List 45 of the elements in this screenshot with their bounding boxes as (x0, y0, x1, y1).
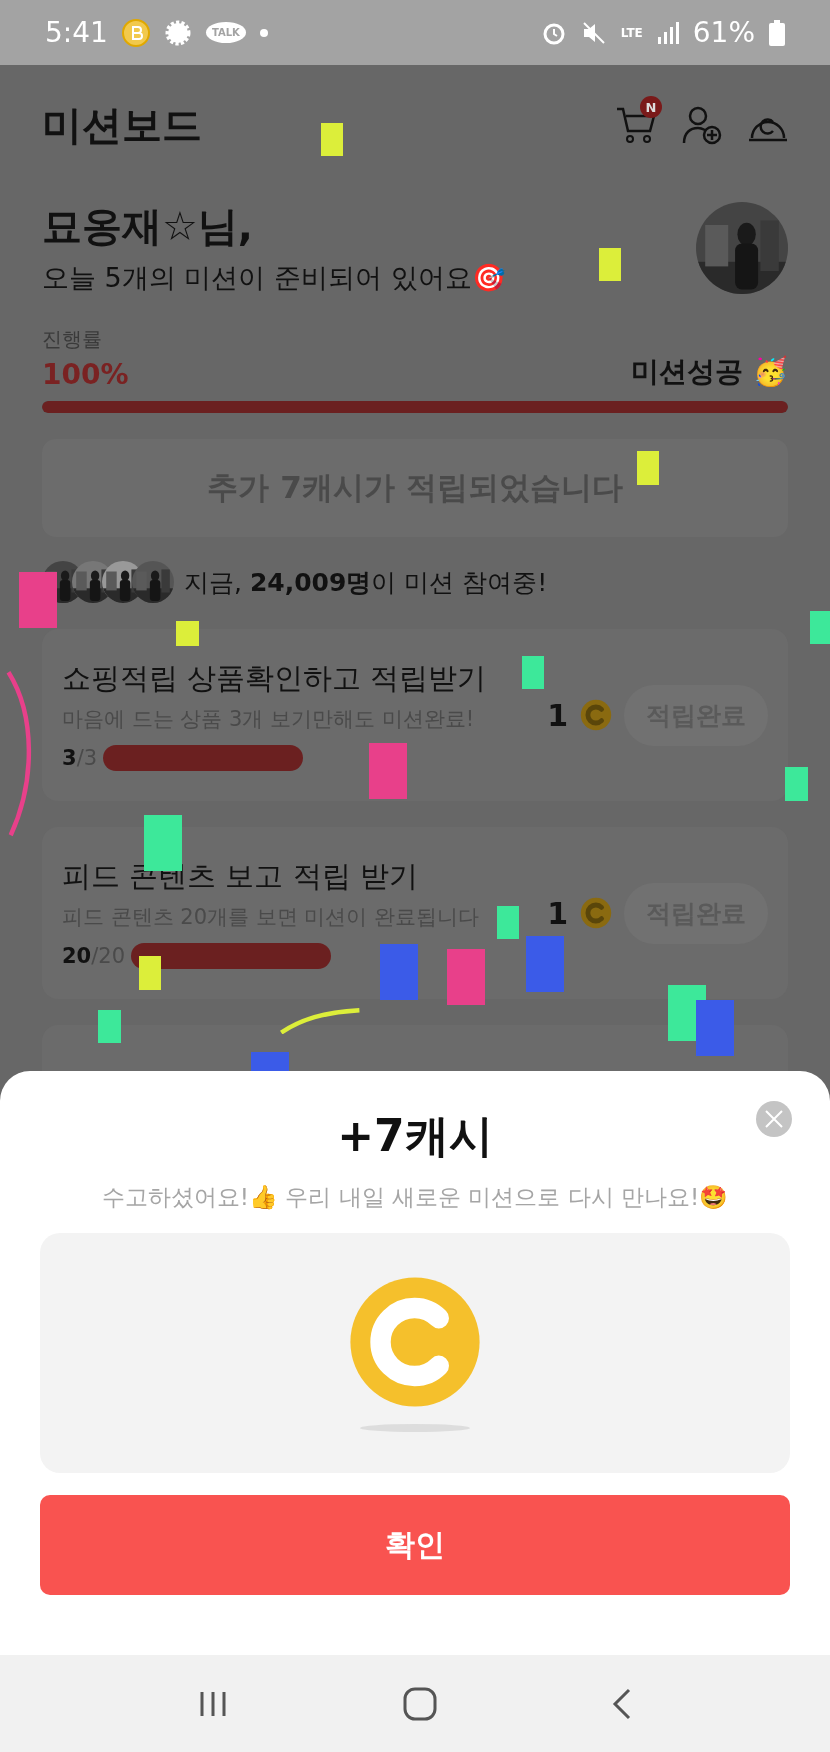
reward-title: +7캐시 (337, 1109, 493, 1163)
participants-text: 지금, 24,009명이 미션 참여중! (184, 566, 548, 599)
confetti-piece (497, 905, 520, 940)
page-title: 미션보드 (42, 100, 202, 150)
confetti-piece (379, 943, 418, 1000)
confetti-piece (368, 742, 407, 799)
coin-icon (580, 699, 612, 731)
mission-status: 미션성공 🥳 (631, 354, 788, 390)
reward-amount: 1 (547, 697, 568, 733)
confetti-piece (176, 621, 199, 646)
user-greeting: 묘옹재☆님, (42, 202, 254, 251)
confetti-piece (695, 999, 734, 1056)
mission-title: 쇼핑적립 상품확인하고 적립받기 (62, 660, 487, 697)
mute-icon (580, 19, 607, 46)
confetti-piece (636, 451, 659, 485)
coin-icon (580, 897, 612, 929)
back-icon[interactable] (612, 1687, 633, 1720)
bitcoin-icon (121, 18, 150, 47)
coin-icon (347, 1274, 483, 1410)
confirm-button[interactable]: 확인 (40, 1495, 790, 1595)
battery-percent: 61% (692, 16, 755, 49)
close-icon (764, 1109, 784, 1129)
progress-percent: 100% (42, 358, 129, 391)
notification-badge: N (640, 96, 662, 118)
confetti-piece (98, 1009, 121, 1044)
reward-message: 수고하셨어요!👍 우리 내일 새로운 미션으로 다시 만나요!🤩 (101, 1183, 729, 1212)
add-user-icon[interactable] (682, 105, 722, 145)
confetti-piece (785, 767, 808, 801)
time: 5:41 (45, 16, 108, 49)
network-label: LTE (620, 26, 643, 39)
confetti-piece (138, 956, 161, 990)
confetti-piece (19, 571, 57, 628)
confetti-piece (446, 949, 485, 1006)
reward-amount: 1 (547, 895, 568, 931)
confetti-piece (526, 936, 565, 992)
home-icon[interactable] (403, 1686, 437, 1721)
signal-icon (656, 20, 679, 45)
battery-icon (769, 19, 785, 46)
mission-message: 오늘 5개의 미션이 준비되어 있어요🎯 (42, 261, 506, 295)
chat-icon: TALK (205, 22, 246, 43)
gear-icon (163, 18, 192, 47)
confetti-piece (809, 611, 830, 645)
confetti-piece (598, 247, 622, 282)
dot-icon (259, 28, 268, 37)
confetti-piece (320, 122, 343, 157)
